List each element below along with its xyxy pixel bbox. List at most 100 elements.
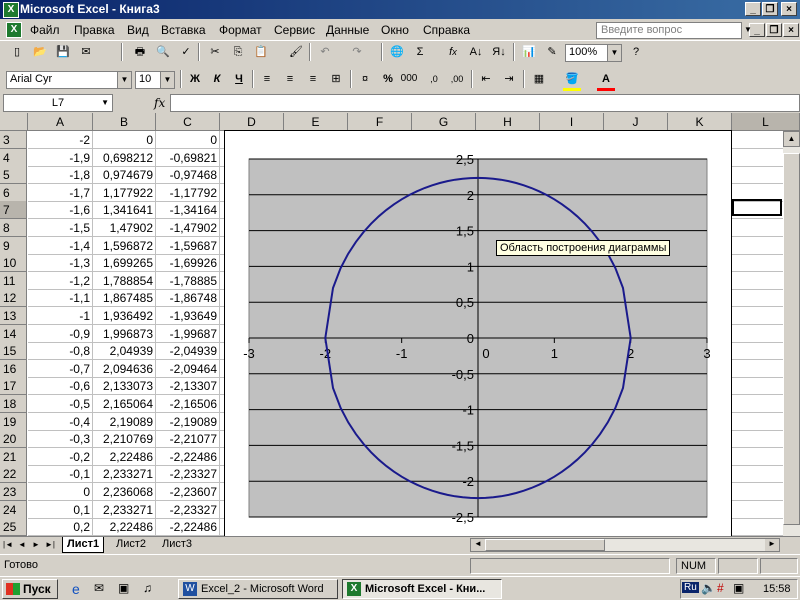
font-color-icon[interactable]: A [597, 70, 615, 91]
select-all-corner[interactable] [0, 113, 28, 131]
cell-a[interactable]: 0 [28, 483, 93, 501]
cell-c[interactable]: -2,09464 [156, 359, 220, 378]
underline-button[interactable]: Ч [230, 70, 248, 88]
language-indicator[interactable]: Ru [682, 582, 699, 593]
font-size-select[interactable]: 10 ▼ [135, 71, 175, 89]
last-sheet-icon[interactable]: ►| [45, 539, 55, 551]
cell-b[interactable]: 2,22486 [93, 447, 156, 466]
cell-a[interactable]: -0,3 [28, 430, 93, 449]
cell-c[interactable]: -2,22486 [156, 518, 220, 536]
percent-button[interactable]: % [379, 70, 397, 88]
column-header-j[interactable]: J [604, 113, 668, 131]
row-header[interactable]: 4 [0, 148, 27, 167]
cell-a[interactable]: -1,3 [28, 254, 93, 273]
volume-icon[interactable]: 🔈 [701, 581, 716, 595]
sort-ascending-icon[interactable]: A↓ [467, 43, 485, 61]
cell-b[interactable]: 2,165064 [93, 395, 156, 413]
cell-c[interactable]: -1,17792 [156, 183, 220, 202]
chevron-down-icon[interactable]: ▼ [117, 72, 131, 88]
column-header-f[interactable]: F [348, 113, 412, 131]
active-cell[interactable] [732, 199, 782, 216]
merge-center-icon[interactable]: ⊞ [327, 70, 345, 88]
drawing-icon[interactable]: ✎ [543, 43, 561, 61]
cut-icon[interactable]: ✂ [206, 43, 224, 61]
row-header[interactable]: 13 [0, 307, 27, 325]
row-header[interactable]: 15 [0, 342, 27, 361]
start-button[interactable]: Пуск [2, 579, 58, 599]
cell-b[interactable]: 0,698212 [93, 148, 156, 167]
cell-b[interactable]: 2,19089 [93, 412, 156, 431]
menu-help[interactable]: Справка [423, 23, 470, 37]
chevron-down-icon[interactable]: ▼ [101, 95, 109, 111]
cell-c[interactable]: -2,23607 [156, 483, 220, 501]
cell-c[interactable]: -1,59687 [156, 236, 220, 255]
menu-view[interactable]: Вид [127, 23, 149, 37]
open-icon[interactable]: 📂 [31, 43, 49, 61]
column-header-l[interactable]: L [732, 113, 800, 131]
scroll-left-icon[interactable]: ◄ [471, 539, 485, 551]
cell-a[interactable]: 0,1 [28, 500, 93, 519]
cell-b[interactable]: 1,996873 [93, 324, 156, 343]
cell-c[interactable]: -2,13307 [156, 377, 220, 396]
excel-app-icon[interactable]: X [3, 2, 19, 18]
autosum-icon[interactable]: Σ [411, 43, 429, 61]
cell-b[interactable]: 2,236068 [93, 483, 156, 501]
new-icon[interactable]: ▯ [8, 43, 26, 61]
row-header[interactable]: 16 [0, 359, 27, 378]
hyperlink-icon[interactable]: 🌐 [388, 43, 406, 61]
align-center-icon[interactable]: ≡ [281, 70, 299, 88]
column-header-b[interactable]: B [93, 113, 156, 131]
align-left-icon[interactable]: ≡ [258, 70, 276, 88]
print-preview-icon[interactable]: 🔍 [154, 43, 172, 61]
doc-close-button[interactable]: × [783, 23, 799, 37]
cell-a[interactable]: -2 [28, 131, 93, 149]
cell-c[interactable]: -1,99687 [156, 324, 220, 343]
cell-a[interactable]: -0,2 [28, 447, 93, 466]
cell-a[interactable]: -0,6 [28, 377, 93, 396]
row-header[interactable]: 11 [0, 271, 27, 290]
cell-a[interactable]: -0,1 [28, 465, 93, 484]
column-header-d[interactable]: D [220, 113, 284, 131]
cell-a[interactable]: -0,7 [28, 359, 93, 378]
row-header[interactable]: 19 [0, 412, 27, 431]
next-sheet-icon[interactable]: ► [31, 539, 41, 551]
cell-b[interactable]: 2,233271 [93, 500, 156, 519]
first-sheet-icon[interactable]: |◄ [3, 539, 13, 551]
sort-descending-icon[interactable]: Я↓ [490, 43, 508, 61]
chevron-down-icon[interactable]: ▼ [160, 72, 174, 88]
cell-a[interactable]: -0,4 [28, 412, 93, 431]
fill-color-icon[interactable]: 🪣 [563, 70, 581, 91]
cell-b[interactable]: 0 [93, 131, 156, 149]
ie-icon[interactable]: e [72, 581, 80, 597]
row-header[interactable]: 8 [0, 219, 27, 237]
help-icon[interactable]: ? [627, 43, 645, 61]
cell-a[interactable]: -1,8 [28, 166, 93, 185]
borders-icon[interactable]: ▦ [530, 70, 548, 88]
row-header[interactable]: 10 [0, 254, 27, 273]
row-header[interactable]: 14 [0, 324, 27, 343]
cell-a[interactable]: -1 [28, 307, 93, 325]
sheet-tab-3[interactable]: Лист3 [158, 537, 196, 552]
row-header[interactable]: 17 [0, 377, 27, 396]
cell-a[interactable]: -1,9 [28, 148, 93, 167]
cell-b[interactable]: 2,04939 [93, 342, 156, 361]
scatter-chart[interactable]: 2,521,510,50-0,5-1-1,5-2-2,5-3-2-10123 [225, 131, 733, 551]
cell-b[interactable]: 1,699265 [93, 254, 156, 273]
media-icon[interactable]: ♫ [143, 581, 152, 595]
column-header-i[interactable]: I [540, 113, 604, 131]
zoom-select[interactable]: 100% ▼ [565, 44, 622, 62]
increase-decimal-icon[interactable]: ,0 [425, 70, 443, 88]
cell-c[interactable]: -0,69821 [156, 148, 220, 167]
menu-tools[interactable]: Сервис [274, 23, 315, 37]
prev-sheet-icon[interactable]: ◄ [17, 539, 27, 551]
spelling-icon[interactable]: ✓ [177, 43, 195, 61]
cell-a[interactable]: -0,8 [28, 342, 93, 361]
menu-data[interactable]: Данные [326, 23, 369, 37]
cell-c[interactable]: -2,19089 [156, 412, 220, 431]
cell-b[interactable]: 2,133073 [93, 377, 156, 396]
cell-c[interactable]: 0 [156, 131, 220, 149]
horizontal-scrollbar[interactable]: ◄ ► [470, 538, 780, 552]
cell-a[interactable]: -1,1 [28, 289, 93, 308]
cell-a[interactable]: -0,9 [28, 324, 93, 343]
desktop-icon[interactable]: ▣ [118, 581, 129, 595]
